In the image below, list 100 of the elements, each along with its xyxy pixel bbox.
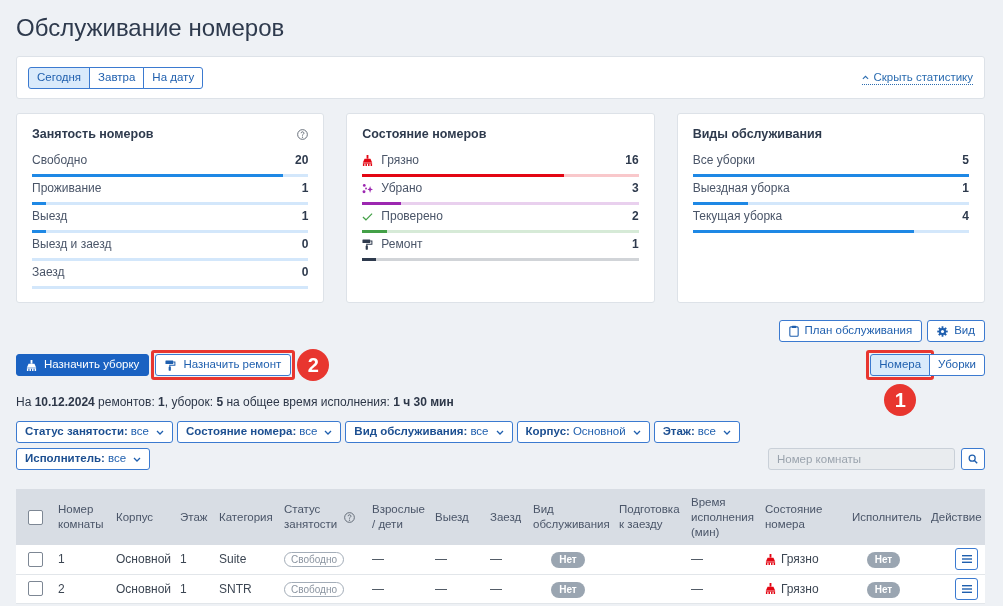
- menu-icon: [961, 584, 972, 593]
- check-icon: [362, 210, 374, 222]
- step-number-marker: 1: [884, 384, 917, 416]
- stat-value: 0: [301, 264, 309, 280]
- column-header: Статус занятости: [284, 502, 339, 532]
- filter-dropdown[interactable]: Этаж: все: [653, 421, 740, 443]
- filter-dropdown[interactable]: Исполнитель: все: [16, 448, 151, 470]
- chevron-down-icon: [133, 456, 142, 462]
- brush-icon: [765, 583, 776, 594]
- brush-icon: [26, 359, 37, 371]
- column-header: Время исполнения (мин): [691, 495, 754, 538]
- date-tab[interactable]: На дату: [143, 66, 204, 89]
- stat-value: 16: [625, 152, 639, 168]
- hide-stats-link[interactable]: Скрыть статистику: [862, 70, 973, 85]
- stat-label: Заезд: [32, 264, 65, 280]
- column-header: Корпус: [116, 510, 154, 523]
- date-tab[interactable]: Завтра: [89, 66, 145, 89]
- table-cell: 1: [180, 581, 187, 596]
- assign-cleaning-button[interactable]: Назначить уборку: [16, 354, 150, 376]
- column-header: Состояние номера: [765, 503, 823, 530]
- row-menu-button[interactable]: [955, 548, 978, 571]
- table-cell: —: [435, 552, 447, 567]
- stat-value: 1: [962, 180, 969, 196]
- stat-value: 1: [301, 208, 309, 224]
- stat-label: Выезд: [32, 208, 68, 224]
- card-title: Занятость номеров: [32, 126, 154, 142]
- chevron-down-icon: [324, 429, 333, 435]
- page-title: Обслуживание номеров: [16, 13, 285, 43]
- assignee-tag: Нет: [866, 581, 901, 598]
- menu-icon: [961, 555, 972, 564]
- stat-label: Проверено: [381, 208, 443, 224]
- stat-value: 3: [631, 180, 639, 196]
- table-cell: —: [490, 552, 502, 567]
- clipboard-icon: [788, 325, 799, 337]
- stat-label: Убрано: [381, 180, 423, 196]
- checkbox[interactable]: [28, 581, 43, 596]
- checkbox[interactable]: [28, 509, 43, 525]
- summary-text: На 10.12.2024 ремонтов: 1, уборок: 5 на общее время исполнения: 1 ч 30 мин: [16, 394, 454, 410]
- column-header: Исполнитель: [852, 510, 922, 523]
- table-cell: Основной: [116, 552, 171, 567]
- stat-label: Ремонт: [381, 236, 423, 252]
- service-tag: Нет: [551, 581, 585, 598]
- chevron-down-icon: [156, 429, 164, 435]
- stat-value: 20: [294, 152, 309, 168]
- stat-label: Проживание: [32, 180, 102, 196]
- column-header: Взрослые / дети: [372, 503, 425, 530]
- view-tab[interactable]: Номера: [870, 354, 931, 376]
- filter-dropdown[interactable]: Корпус: Основной: [516, 421, 650, 443]
- table-cell: —: [691, 581, 703, 596]
- column-header: Вид обслуживания: [533, 503, 610, 530]
- assignee-tag: Нет: [866, 552, 901, 569]
- stat-value: 4: [962, 208, 969, 224]
- card-title: Виды обслуживания: [692, 126, 823, 142]
- search-button[interactable]: [961, 448, 985, 470]
- brush-icon: [765, 553, 776, 565]
- column-header: Номер комнаты: [58, 503, 104, 530]
- stat-value: 5: [962, 152, 969, 168]
- state-text: Грязно: [781, 580, 819, 598]
- room-number-field[interactable]: Номер комнаты: [768, 448, 955, 470]
- step-number-marker: 2: [297, 349, 330, 381]
- chevron-down-icon: [632, 429, 641, 435]
- filter-dropdown[interactable]: Состояние номера: все: [177, 421, 342, 443]
- table-cell: SNTR: [219, 581, 252, 596]
- stat-value: 2: [631, 208, 639, 224]
- column-header: Подготовка к заезду: [619, 503, 680, 530]
- paint-roller-icon: [362, 238, 374, 250]
- table-cell: 1: [58, 552, 65, 567]
- date-tab[interactable]: Сегодня: [28, 66, 91, 89]
- table-cell: —: [372, 581, 384, 596]
- stat-label: Текущая уборка: [692, 208, 783, 224]
- view-tab[interactable]: Уборки: [929, 354, 985, 376]
- sparkles-icon: [362, 182, 374, 194]
- brush-icon: [362, 154, 374, 166]
- stat-label: Выезд и заезд: [32, 236, 112, 252]
- filter-dropdown[interactable]: Вид обслуживания: все: [345, 421, 513, 443]
- table-cell: —: [490, 581, 502, 596]
- gear-icon: [937, 325, 949, 337]
- column-header: Выезд: [435, 510, 469, 523]
- row-menu-button[interactable]: [955, 577, 978, 600]
- column-header: Категория: [219, 510, 273, 523]
- table-cell: —: [372, 552, 384, 567]
- service-tag: Нет: [551, 552, 585, 569]
- checkbox[interactable]: [28, 551, 43, 567]
- chevron-down-icon: [495, 429, 504, 435]
- column-header: Этаж: [180, 510, 208, 523]
- maintenance-plan-button[interactable]: План обслуживания: [778, 320, 923, 342]
- view-settings-button[interactable]: Вид: [927, 320, 985, 342]
- table-cell: Suite: [219, 552, 247, 567]
- table-cell: 2: [58, 581, 65, 596]
- assign-repair-button[interactable]: Назначить ремонт: [155, 354, 292, 376]
- stat-value: 0: [301, 236, 309, 252]
- stat-label: Грязно: [381, 152, 419, 168]
- table-cell: 1: [180, 552, 187, 567]
- stat-value: 1: [631, 236, 639, 252]
- column-header: Заезд: [490, 510, 522, 523]
- search-icon: [968, 454, 978, 464]
- filter-dropdown[interactable]: Статус занятости: все: [16, 421, 173, 443]
- stat-label: Выездная уборка: [692, 180, 790, 196]
- stat-value: 1: [301, 180, 309, 196]
- card-title: Состояние номеров: [362, 126, 487, 142]
